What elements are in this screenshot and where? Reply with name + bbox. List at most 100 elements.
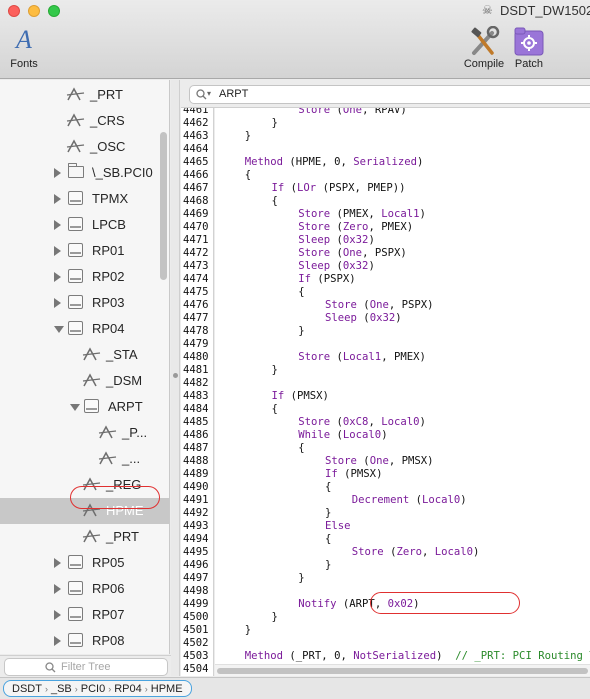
code-line: If (PMSX) bbox=[325, 468, 382, 481]
code-line: Else bbox=[325, 520, 351, 533]
search-input[interactable]: ▾ ARPT bbox=[189, 85, 590, 104]
line-number: 4469 bbox=[183, 208, 209, 220]
code-line: } bbox=[272, 117, 278, 130]
tree-item[interactable]: RP01 bbox=[0, 238, 158, 264]
line-number: 4490 bbox=[183, 481, 209, 493]
code-text: , bbox=[340, 650, 354, 662]
tree-item[interactable]: RP05 bbox=[0, 550, 158, 576]
filter-bar: Filter Tree bbox=[0, 655, 171, 677]
code-text: ( bbox=[330, 221, 343, 233]
line-number: 4485 bbox=[183, 416, 209, 428]
breadcrumb-item[interactable]: PCI0 bbox=[81, 683, 105, 695]
disclosure-collapsed-icon[interactable] bbox=[54, 298, 61, 308]
code-text: , bbox=[340, 156, 354, 168]
code-keyword: 0x32 bbox=[369, 312, 396, 324]
code-line: If (PMSX) bbox=[272, 390, 329, 403]
device-icon bbox=[68, 633, 83, 647]
line-number: 4504 bbox=[183, 663, 209, 675]
zoom-window-button[interactable] bbox=[48, 5, 60, 17]
tree-item[interactable]: _DSM bbox=[0, 368, 158, 394]
tree-item[interactable]: LPCB bbox=[0, 212, 158, 238]
code-line: } bbox=[272, 364, 278, 377]
compile-button[interactable]: Compile bbox=[462, 26, 506, 70]
tree-item[interactable]: RP04 bbox=[0, 316, 158, 342]
tree-sidebar: _PRT _CRS _OSC \_SB.PCI0 TPMX LPCB RP01 RP02 RP0… bbox=[0, 80, 170, 654]
code-keyword: Decrement bbox=[351, 494, 410, 506]
tree-item[interactable]: RP07 bbox=[0, 602, 158, 628]
tree-item-label: _P... bbox=[122, 425, 148, 440]
code-line: } bbox=[325, 507, 331, 520]
code-text: (PMSX) bbox=[284, 390, 329, 402]
code-keyword: Local0 bbox=[421, 494, 461, 506]
code-line: Method (_PRT, 0, NotSerialized) // _PRT:… bbox=[245, 650, 590, 663]
sidebar-scrollbar[interactable] bbox=[160, 132, 167, 280]
tree-item[interactable]: _CRS bbox=[0, 108, 158, 134]
tree-item[interactable]: \_SB.PCI0 bbox=[0, 160, 158, 186]
code-keyword: Local0 bbox=[342, 429, 382, 441]
search-options-chevron-icon[interactable]: ▾ bbox=[207, 89, 211, 98]
line-number: 4501 bbox=[183, 624, 209, 636]
line-number: 4488 bbox=[183, 455, 209, 467]
line-number: 4499 bbox=[183, 598, 209, 610]
disclosure-collapsed-icon[interactable] bbox=[54, 246, 61, 256]
tree-item-label: RP07 bbox=[92, 607, 125, 622]
code-text: ( bbox=[383, 546, 397, 558]
code-line: Method (HPME, 0, Serialized) bbox=[245, 156, 424, 169]
tree-item[interactable]: _OSC bbox=[0, 134, 158, 160]
disclosure-collapsed-icon[interactable] bbox=[54, 636, 61, 646]
horizontal-scrollbar[interactable] bbox=[215, 664, 590, 676]
disclosure-collapsed-icon[interactable] bbox=[54, 610, 61, 620]
search-bar: ▾ ARPT bbox=[181, 80, 590, 108]
code-keyword: Local0 bbox=[381, 416, 420, 428]
method-icon bbox=[82, 529, 102, 546]
tree-item[interactable]: _REG bbox=[0, 472, 158, 498]
disclosure-collapsed-icon[interactable] bbox=[54, 584, 61, 594]
code-keyword: One bbox=[369, 299, 389, 311]
line-number: 4483 bbox=[183, 390, 209, 402]
tree-item[interactable]: _PRT bbox=[0, 524, 158, 550]
tree-item[interactable]: _P... bbox=[0, 420, 158, 446]
disclosure-expanded-icon[interactable] bbox=[54, 326, 64, 333]
disclosure-expanded-icon[interactable] bbox=[70, 404, 80, 411]
code-text: ) bbox=[417, 156, 424, 168]
code-line: { bbox=[298, 442, 304, 455]
breadcrumb-item[interactable]: HPME bbox=[151, 683, 183, 695]
minimize-window-button[interactable] bbox=[28, 5, 40, 17]
line-number: 4466 bbox=[183, 169, 209, 181]
line-number: 4473 bbox=[183, 260, 209, 272]
breadcrumb-item[interactable]: DSDT bbox=[12, 683, 42, 695]
filter-tree-input[interactable]: Filter Tree bbox=[4, 658, 168, 676]
tree-item[interactable]: TPMX bbox=[0, 186, 158, 212]
line-number: 4486 bbox=[183, 429, 209, 441]
breadcrumb-item[interactable]: _SB bbox=[51, 683, 72, 695]
breadcrumb-item[interactable]: RP04 bbox=[114, 683, 142, 695]
scroll-thumb[interactable] bbox=[217, 668, 588, 674]
code-keyword: Store bbox=[298, 351, 331, 363]
tree-item[interactable]: ARPT bbox=[0, 394, 158, 420]
split-divider[interactable] bbox=[171, 80, 180, 676]
disclosure-collapsed-icon[interactable] bbox=[54, 194, 61, 204]
tree-item[interactable]: _... bbox=[0, 446, 158, 472]
code-editor[interactable]: { Method (_PRT, 0, NotSerialized) // _PRT… bbox=[215, 108, 590, 664]
line-number: 4498 bbox=[183, 585, 209, 597]
tree-item[interactable]: _STA bbox=[0, 342, 158, 368]
disclosure-collapsed-icon[interactable] bbox=[54, 220, 61, 230]
close-window-button[interactable] bbox=[8, 5, 20, 17]
tree-item[interactable]: RP08 bbox=[0, 628, 158, 654]
tree-item[interactable]: HPME bbox=[0, 498, 169, 524]
code-line: { bbox=[272, 195, 278, 208]
tree-item[interactable]: RP02 bbox=[0, 264, 158, 290]
code-keyword: If bbox=[271, 182, 285, 194]
line-number: 4467 bbox=[183, 182, 209, 194]
tree-item[interactable]: RP03 bbox=[0, 290, 158, 316]
tree-item[interactable]: RP06 bbox=[0, 576, 158, 602]
line-number: 4477 bbox=[183, 312, 209, 324]
disclosure-collapsed-icon[interactable] bbox=[54, 168, 61, 178]
patch-button[interactable]: Patch bbox=[512, 26, 546, 70]
tree-item-label: TPMX bbox=[92, 191, 129, 206]
disclosure-collapsed-icon[interactable] bbox=[54, 272, 61, 282]
fonts-button[interactable]: A Fonts bbox=[6, 26, 42, 71]
device-icon bbox=[68, 581, 83, 595]
tree-item[interactable]: _PRT bbox=[0, 82, 158, 108]
disclosure-collapsed-icon[interactable] bbox=[54, 558, 61, 568]
